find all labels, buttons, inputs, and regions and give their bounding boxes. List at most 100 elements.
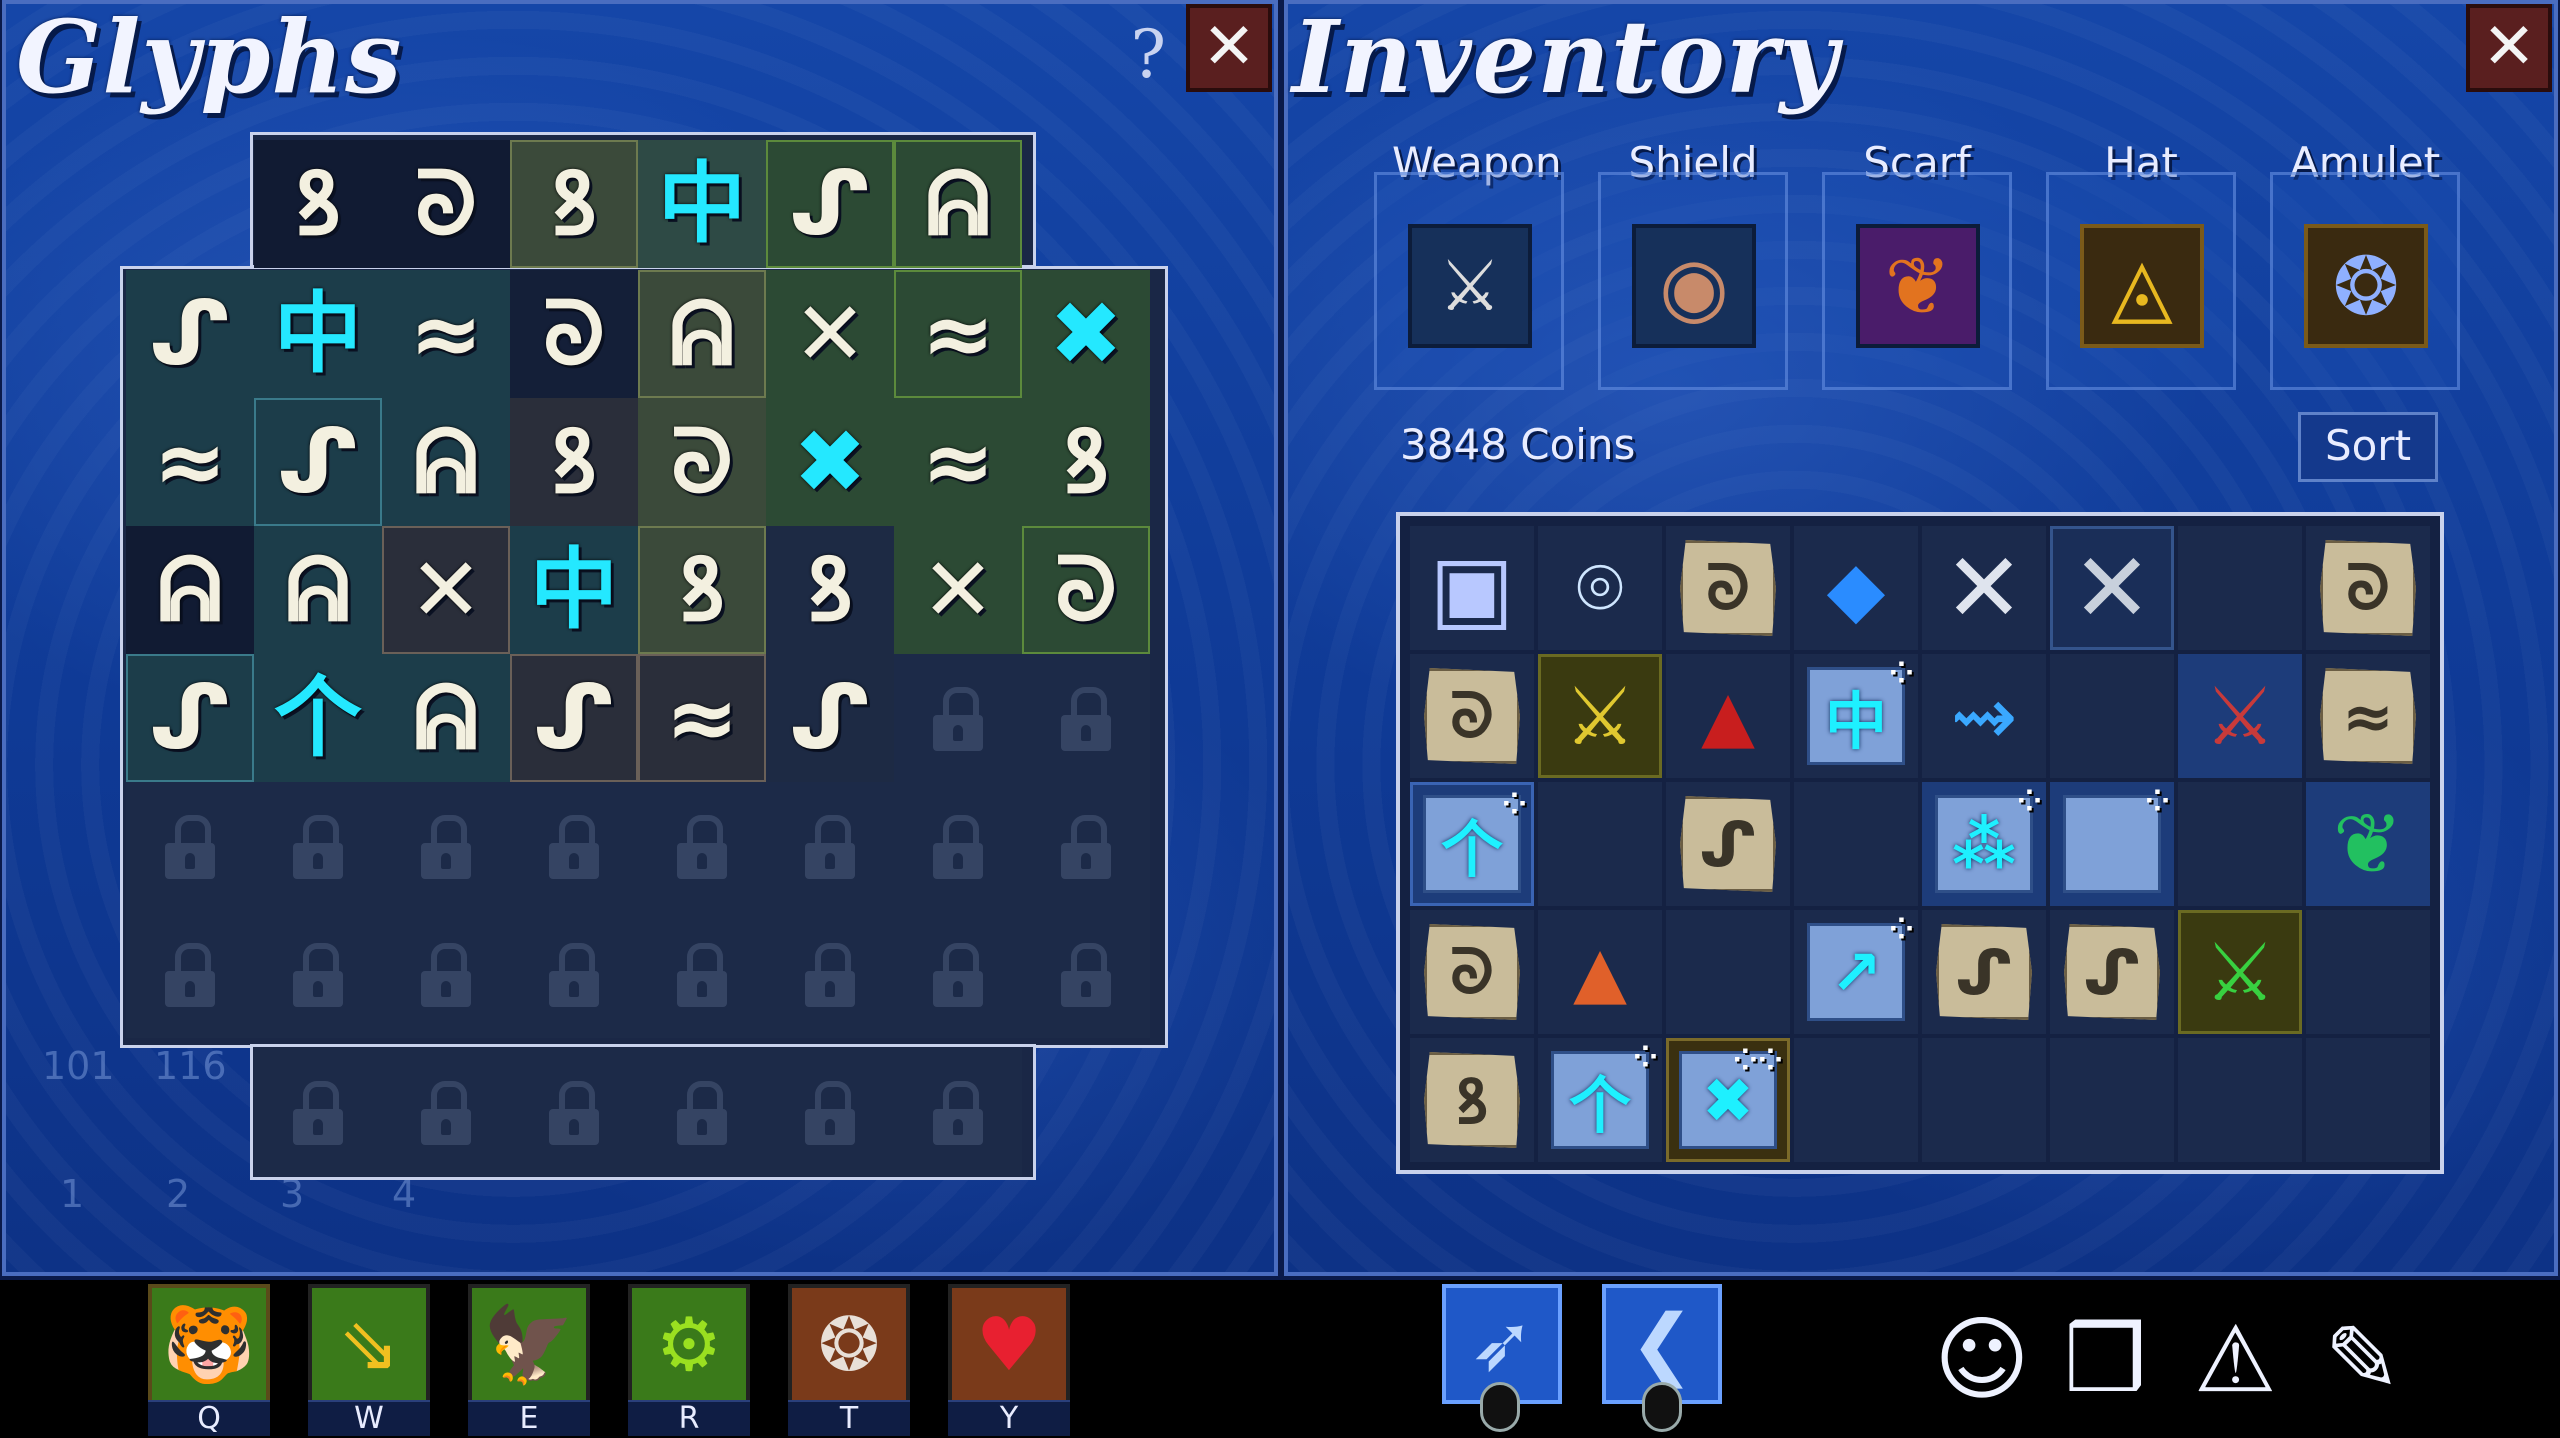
glyph-slot[interactable]: 个 bbox=[254, 654, 382, 782]
inventory-slot[interactable]: ❦ bbox=[2306, 782, 2430, 906]
inventory-slot[interactable]: ᔑ bbox=[2050, 910, 2174, 1034]
inventory-slot[interactable] bbox=[2050, 1038, 2174, 1162]
scarf-slot[interactable]: ❦ bbox=[1856, 224, 1980, 348]
glyph-slot[interactable]: ꝸ bbox=[638, 526, 766, 654]
character-button[interactable]: ☺ bbox=[1934, 1306, 2030, 1413]
shield-slot[interactable]: ◉ bbox=[1632, 224, 1756, 348]
inventory-slot[interactable]: 中 ⁘ bbox=[1794, 654, 1918, 778]
glyph-slot[interactable]: ᘐ bbox=[1022, 526, 1150, 654]
skill-w[interactable]: ⇘ bbox=[308, 1284, 430, 1406]
glyph-slot[interactable]: ꝸ bbox=[510, 398, 638, 526]
skill-e[interactable]: 🦅 bbox=[468, 1284, 590, 1406]
help-button[interactable]: ? bbox=[1131, 16, 1166, 93]
hat-slot[interactable]: ◬ bbox=[2080, 224, 2204, 348]
glyph-slot[interactable]: ✕ bbox=[766, 270, 894, 398]
inventory-slot[interactable]: ᘐ bbox=[2306, 526, 2430, 650]
glyph-slot[interactable]: ≈ bbox=[894, 398, 1022, 526]
faded-number: 1 bbox=[60, 1172, 85, 1216]
inventory-slot[interactable]: ▲ bbox=[1538, 910, 1662, 1034]
glyph-slot[interactable]: ꝸ bbox=[1022, 398, 1150, 526]
glyph-slot[interactable]: 中 bbox=[510, 526, 638, 654]
inventory-slot[interactable]: ⚔ bbox=[1538, 654, 1662, 778]
inventory-slot[interactable]: ⁂ ⁘ bbox=[1922, 782, 2046, 906]
inventory-slot[interactable]: ✖ ⁘⁘ bbox=[1666, 1038, 1790, 1162]
inventory-slot[interactable]: ⁘ bbox=[2050, 782, 2174, 906]
glyph-slot[interactable]: ᕱ bbox=[254, 526, 382, 654]
inventory-slot[interactable]: 个 ⁘ bbox=[1538, 1038, 1662, 1162]
skill-y[interactable]: ♥ bbox=[948, 1284, 1070, 1406]
glyph-slot[interactable]: ≈ bbox=[894, 270, 1022, 398]
lock-icon bbox=[421, 943, 471, 1007]
glyph-slot[interactable]: ᕱ bbox=[382, 654, 510, 782]
skill-t[interactable]: ❂ bbox=[788, 1284, 910, 1406]
inventory-slot[interactable]: ▲ bbox=[1666, 654, 1790, 778]
weapon-slot[interactable]: ⚔ bbox=[1408, 224, 1532, 348]
glyph-slot[interactable]: ᔑ bbox=[126, 270, 254, 398]
glyph-slot[interactable]: ꝸ bbox=[766, 526, 894, 654]
glyph-slot[interactable]: 中 bbox=[638, 140, 766, 268]
inventory-slot[interactable]: ◆ bbox=[1794, 526, 1918, 650]
inventory-slot[interactable] bbox=[1666, 910, 1790, 1034]
inventory-slot[interactable] bbox=[2178, 782, 2302, 906]
skill-key-t: T bbox=[788, 1400, 910, 1436]
inventory-slot[interactable]: ᘐ bbox=[1410, 654, 1534, 778]
inventory-button[interactable]: ❒ bbox=[2064, 1306, 2146, 1413]
glyph-slot[interactable]: ✖ bbox=[766, 398, 894, 526]
inventory-slot[interactable] bbox=[2178, 526, 2302, 650]
glyph-slot[interactable]: ᘐ bbox=[510, 270, 638, 398]
inventory-slot[interactable]: ⇝ bbox=[1922, 654, 2046, 778]
inventory-slot[interactable]: ᘐ bbox=[1666, 526, 1790, 650]
glyph-slot[interactable]: ≈ bbox=[638, 654, 766, 782]
inventory-slot[interactable]: ✕ bbox=[2050, 526, 2174, 650]
inventory-slot[interactable]: ⌾ bbox=[1538, 526, 1662, 650]
inventory-slot[interactable]: ▣ bbox=[1410, 526, 1534, 650]
inventory-slot[interactable] bbox=[1538, 782, 1662, 906]
inventory-slot[interactable] bbox=[1794, 1038, 1918, 1162]
inventory-slot[interactable] bbox=[1922, 1038, 2046, 1162]
upgrade-icon: ⁘ bbox=[1888, 656, 1914, 691]
glyphs-close-button[interactable]: ✕ bbox=[1186, 4, 1272, 92]
glyph-slot[interactable]: ᕱ bbox=[638, 270, 766, 398]
inventory-slot[interactable] bbox=[2306, 1038, 2430, 1162]
skill-r[interactable]: ⚙ bbox=[628, 1284, 750, 1406]
glyph-slot[interactable]: ᕱ bbox=[126, 526, 254, 654]
glyph-slot[interactable]: ᘐ bbox=[382, 140, 510, 268]
inventory-slot[interactable]: ✕ bbox=[1922, 526, 2046, 650]
inventory-slot[interactable] bbox=[2306, 910, 2430, 1034]
glyph-slot[interactable]: ᔑ bbox=[254, 398, 382, 526]
glyph-slot[interactable]: ᘐ bbox=[638, 398, 766, 526]
glyph-slot[interactable]: ✕ bbox=[894, 526, 1022, 654]
glyph-slot[interactable]: ✕ bbox=[382, 526, 510, 654]
inventory-slot[interactable]: ᘐ bbox=[1410, 910, 1534, 1034]
inventory-slot[interactable]: ⚔ bbox=[2178, 910, 2302, 1034]
inventory-slot[interactable] bbox=[2050, 654, 2174, 778]
glyph-slot[interactable]: ᔑ bbox=[766, 654, 894, 782]
glyph-icon: ᔑ bbox=[789, 666, 871, 769]
inventory-slot[interactable] bbox=[1794, 782, 1918, 906]
journal-button[interactable]: ✎ bbox=[2324, 1306, 2401, 1413]
glyph-slot[interactable]: ᕱ bbox=[382, 398, 510, 526]
glyph-slot[interactable]: ≈ bbox=[382, 270, 510, 398]
glyph-slot[interactable]: ᔑ bbox=[126, 654, 254, 782]
glyph-slot[interactable]: ᔑ bbox=[510, 654, 638, 782]
sort-button[interactable]: Sort bbox=[2298, 412, 2438, 482]
skill-q[interactable]: 🐯 bbox=[148, 1284, 270, 1406]
glyph-slot[interactable]: ᔑ bbox=[766, 140, 894, 268]
inventory-slot[interactable]: ꝸ bbox=[1410, 1038, 1534, 1162]
glyph-slot[interactable]: ꝸ bbox=[510, 140, 638, 268]
inventory-slot[interactable]: ᔑ bbox=[1666, 782, 1790, 906]
amulet-slot[interactable]: ❂ bbox=[2304, 224, 2428, 348]
inventory-slot[interactable]: ⚔ bbox=[2178, 654, 2302, 778]
inventory-slot[interactable]: ᔑ bbox=[1922, 910, 2046, 1034]
inventory-close-button[interactable]: ✕ bbox=[2466, 4, 2552, 92]
inventory-slot[interactable]: 个 ⁘ bbox=[1410, 782, 1534, 906]
glyph-slot[interactable]: 中 bbox=[254, 270, 382, 398]
glyph-slot[interactable]: ꝸ bbox=[254, 140, 382, 268]
glyph-slot[interactable]: ✖ bbox=[1022, 270, 1150, 398]
inventory-slot[interactable]: ↗ ⁘ bbox=[1794, 910, 1918, 1034]
glyph-slot[interactable]: ≈ bbox=[126, 398, 254, 526]
glyphs-button[interactable]: ⚠ bbox=[2194, 1306, 2276, 1413]
inventory-slot[interactable]: ≈ bbox=[2306, 654, 2430, 778]
glyph-slot[interactable]: ᕱ bbox=[894, 140, 1022, 268]
inventory-slot[interactable] bbox=[2178, 1038, 2302, 1162]
